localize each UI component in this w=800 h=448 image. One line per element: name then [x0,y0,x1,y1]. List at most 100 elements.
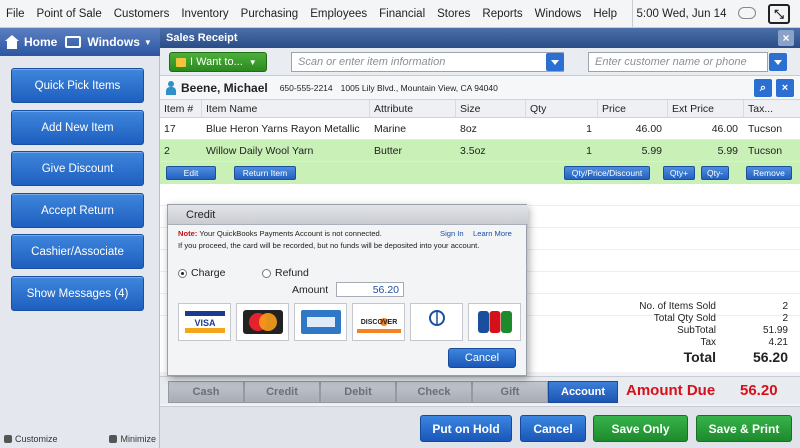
col-tax[interactable]: Tax... [744,100,800,118]
tab-account[interactable]: Account [548,381,618,403]
menu-windows[interactable]: Windows [529,8,588,20]
col-qty[interactable]: Qty [526,100,598,118]
mastercard-icon[interactable] [236,303,289,341]
windows-button[interactable]: Windows ▼ [65,35,152,49]
credit-cancel-button[interactable]: Cancel [448,348,516,368]
shrink-window-icon[interactable]: ⤡ [768,4,790,24]
tab-cash[interactable]: Cash [168,381,244,403]
item-ext-price: 46.00 [711,123,738,135]
remove-button[interactable]: Remove [746,166,792,180]
tab-check[interactable]: Check [396,381,472,403]
menu-purchasing[interactable]: Purchasing [235,8,305,20]
accept-return-button[interactable]: Accept Return [11,193,144,228]
item-scan-input[interactable]: Scan or enter item information [291,52,564,72]
note-label: Note: [178,229,198,238]
menu-financial[interactable]: Financial [373,8,431,20]
customer-search-input[interactable]: Enter customer name or phone [588,52,768,72]
qty-plus-button[interactable]: Qty+ [663,166,695,180]
left-sidebar: Home Windows ▼ Quick Pick Items Add New … [0,28,160,448]
menu-employees[interactable]: Employees [304,8,373,20]
col-size[interactable]: Size [456,100,526,118]
visa-logo-text: VISA [194,318,216,328]
jcb-card-icon[interactable] [468,303,521,341]
window-titlebar: Sales Receipt × [160,28,800,48]
note-text: Your QuickBooks Payments Account is not … [199,229,382,238]
refund-radio[interactable]: Refund [262,267,309,279]
menu-customers[interactable]: Customers [108,8,176,20]
cancel-button[interactable]: Cancel [520,415,586,442]
col-item-name[interactable]: Item Name [202,100,370,118]
edit-button[interactable]: Edit [166,166,216,180]
sidebar-footer: Customize Minimize [0,430,160,448]
cashier-associate-button[interactable]: Cashier/Associate [11,234,144,269]
sidebar-header: Home Windows ▼ [0,28,160,56]
customize-button[interactable]: Customize [0,434,58,444]
mastercard-logo [242,310,283,334]
close-icon[interactable]: × [778,30,794,46]
discover-card-icon[interactable]: DISCOVER [352,303,405,341]
customer-phone: 650-555-2214 [279,82,333,93]
home-button[interactable]: Home [0,35,57,49]
amex-card-icon[interactable] [294,303,347,341]
save-print-button[interactable]: Save & Print [696,415,792,442]
amount-input[interactable]: 56.20 [336,282,404,297]
sign-in-link[interactable]: Sign In [440,229,464,238]
qty-price-discount-button[interactable]: Qty/Price/Discount [564,166,650,180]
visa-card-icon[interactable]: VISA [178,303,231,341]
customer-name[interactable]: Beene, Michael [181,81,268,95]
minimize-button[interactable]: Minimize [109,434,160,444]
put-on-hold-button[interactable]: Put on Hold [420,415,512,442]
row-action-bar: Edit Return Item Qty/Price/Discount Qty+… [160,162,800,184]
diners-club-card-icon[interactable] [410,303,463,341]
learn-more-link[interactable]: Learn More [473,229,512,238]
return-item-button[interactable]: Return Item [234,166,296,180]
item-price: 5.99 [641,145,662,157]
total-label: Total [683,349,716,365]
remove-customer-icon[interactable]: × [776,79,794,97]
item-name: Willow Daily Wool Yarn [206,145,314,157]
total-value: 56.20 [752,349,788,365]
col-item-number[interactable]: Item # [160,100,202,118]
tax-label: Tax [700,336,716,348]
diners-club-logo [428,310,445,326]
col-price[interactable]: Price [598,100,668,118]
menu-reports[interactable]: Reports [476,8,528,20]
minimize-icon [109,435,118,443]
menu-point-of-sale[interactable]: Point of Sale [31,8,108,20]
item-number: 17 [164,123,176,135]
tax-value: 4.21 [768,336,788,348]
tab-debit[interactable]: Debit [320,381,396,403]
credit-dialog: Credit Note: Your QuickBooks Payments Ac… [167,204,528,376]
save-only-button[interactable]: Save Only [593,415,688,442]
cloud-icon[interactable] [738,7,756,19]
customer-search-icon[interactable]: ⌕ [754,79,772,97]
customer-dropdown-button[interactable] [769,53,787,71]
col-attribute[interactable]: Attribute [370,100,456,118]
home-label: Home [24,35,58,49]
menu-inventory[interactable]: Inventory [175,8,234,20]
item-price: 46.00 [635,123,662,135]
qty-minus-button[interactable]: Qty- [701,166,729,180]
windows-label: Windows [87,35,140,49]
radio-empty-icon [262,268,271,278]
scan-dropdown-button[interactable] [546,53,564,71]
quick-pick-items-button[interactable]: Quick Pick Items [11,68,144,103]
item-attribute: Marine [374,123,407,135]
subtotal-label: SubTotal [677,324,716,336]
customer-icon [165,80,177,95]
menu-help[interactable]: Help [587,8,623,20]
table-row-selected[interactable]: 2 Willow Daily Wool Yarn Butter 3.5oz 1 … [160,140,800,162]
give-discount-button[interactable]: Give Discount [11,151,144,186]
clock: 5:00 Wed, Jun 14 [632,0,730,28]
add-new-item-button[interactable]: Add New Item [11,110,144,145]
tab-credit[interactable]: Credit [244,381,320,403]
table-row[interactable]: 17 Blue Heron Yarns Rayon Metallic Marin… [160,118,800,140]
i-want-to-button[interactable]: I Want to... ▼ [169,52,267,72]
charge-radio[interactable]: Charge [178,267,225,279]
menu-bar: File Point of Sale Customers Inventory P… [0,0,800,28]
menu-file[interactable]: File [0,8,31,20]
menu-stores[interactable]: Stores [431,8,476,20]
show-messages-button[interactable]: Show Messages (4) [11,276,144,311]
col-ext-price[interactable]: Ext Price [668,100,744,118]
tab-gift[interactable]: Gift [472,381,548,403]
